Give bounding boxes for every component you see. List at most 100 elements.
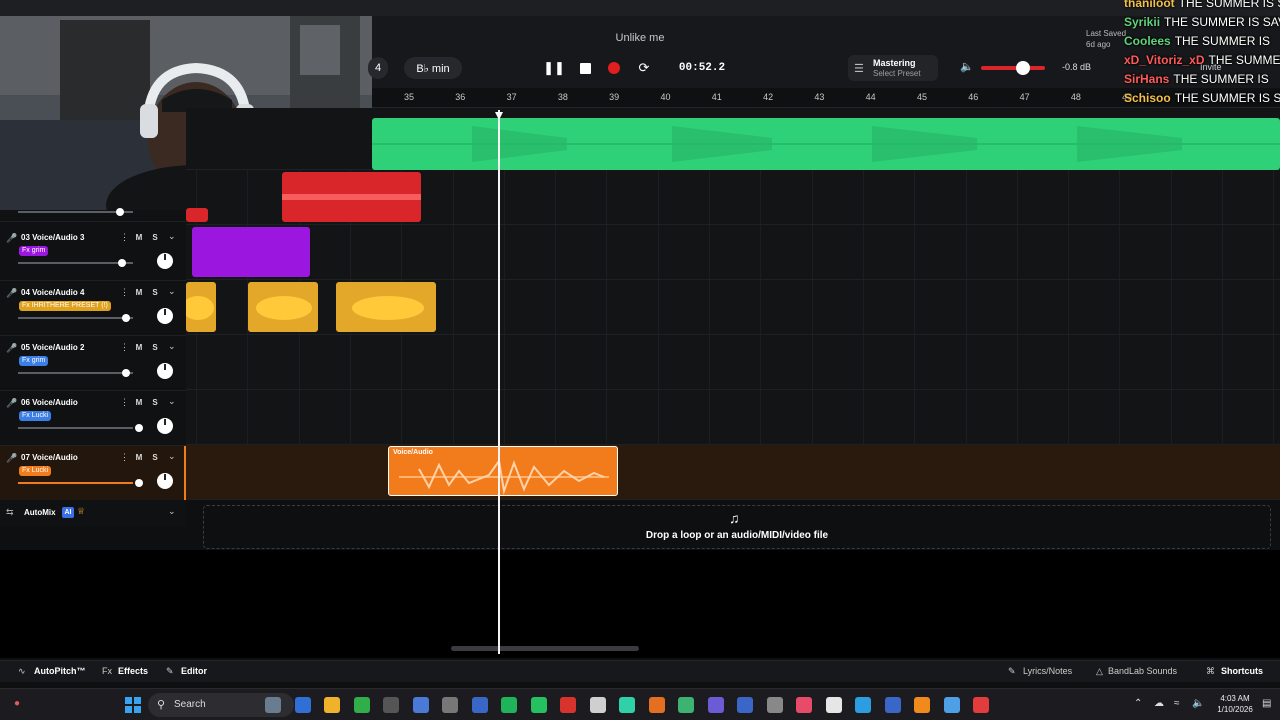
more-options-icon[interactable]: ⋮ [120, 342, 129, 353]
taskbar-app-icon[interactable] [383, 697, 399, 713]
taskbar-app-icon[interactable] [648, 697, 665, 713]
taskbar-app-icon[interactable] [589, 697, 606, 713]
lyrics-notes-button[interactable]: Lyrics/Notes [1023, 666, 1072, 676]
taskbar-app-icon[interactable] [737, 697, 753, 713]
taskbar-app-icon[interactable] [973, 697, 989, 713]
taskbar-app-icon[interactable] [796, 697, 812, 713]
audio-clip-yellow-2[interactable] [248, 282, 318, 332]
solo-button[interactable]: S [149, 232, 161, 244]
taskbar-app-icon[interactable] [294, 697, 311, 713]
taskbar-app-icon[interactable] [324, 697, 340, 713]
taskbar-app-icon[interactable] [560, 697, 576, 713]
pan-knob[interactable] [157, 253, 173, 269]
taskbar-app-icon[interactable] [884, 697, 901, 713]
taskbar-clock[interactable]: 4:03 AM 1/10/2026 [1212, 693, 1258, 715]
pause-button[interactable]: ❚❚ [543, 57, 565, 79]
chevron-down-icon[interactable]: ⌄ [168, 451, 176, 462]
fx-preset-chip[interactable]: Fx Lucki [19, 411, 52, 421]
volume-knob[interactable] [122, 314, 131, 322]
chevron-down-icon[interactable]: ⌄ [168, 396, 176, 407]
chevron-down-icon[interactable]: ⌄ [168, 506, 176, 517]
speaker-tray-icon[interactable]: 🔈 [1192, 698, 1204, 709]
solo-button[interactable]: S [149, 342, 161, 354]
chevron-down-icon[interactable]: ⌄ [168, 286, 176, 297]
mute-button[interactable]: M [133, 232, 145, 244]
track-header[interactable]: 🎤 05 Voice/Audio 2 Fx grim ⋮ M S ⌄ [0, 336, 186, 391]
audio-clip-red-small[interactable] [186, 208, 208, 222]
taskbar-app-icon[interactable] [265, 697, 281, 713]
taskbar-app-icon[interactable] [471, 697, 488, 713]
taskbar-app-icon[interactable] [766, 697, 783, 713]
mastering-button[interactable]: ☰ Mastering Select Preset [848, 55, 938, 81]
audio-clip-yellow-1[interactable] [186, 282, 216, 332]
effects-button[interactable]: Effects [118, 666, 148, 676]
volume-slider[interactable] [18, 317, 133, 319]
audio-clip-orange-selected[interactable]: Voice/Audio [388, 446, 618, 496]
solo-button[interactable]: S [149, 287, 161, 299]
tempo-chip[interactable]: 4 [368, 57, 388, 79]
audio-clip-purple[interactable] [192, 227, 310, 277]
more-options-icon[interactable]: ⋮ [120, 232, 129, 243]
track-header[interactable]: 🎤 06 Voice/Audio Fx Lucki ⋮ M S ⌄ [0, 391, 186, 446]
volume-knob[interactable] [116, 208, 124, 216]
fx-preset-chip[interactable]: Fx grim [19, 246, 49, 256]
taskbar-app-icon[interactable] [530, 697, 547, 713]
taskbar-app-icon[interactable] [825, 697, 842, 713]
chevron-up-icon[interactable]: ⌃ [1134, 698, 1142, 709]
autopitch-button[interactable]: AutoPitch™ [34, 666, 86, 676]
drop-zone[interactable]: ♫ Drop a loop or an audio/MIDI/video fil… [203, 505, 1271, 549]
pan-knob[interactable] [157, 473, 173, 489]
shortcuts-button[interactable]: Shortcuts [1221, 666, 1263, 676]
taskbar-app-icon[interactable] [353, 697, 370, 713]
more-options-icon[interactable]: ⋮ [120, 452, 129, 463]
taskbar-app-icon[interactable] [855, 697, 871, 713]
mute-button[interactable]: M [133, 452, 145, 464]
stop-button[interactable] [574, 57, 596, 79]
chevron-down-icon[interactable]: ⌄ [168, 231, 176, 242]
fx-preset-chip[interactable]: Fx Lucki [19, 466, 52, 476]
song-title[interactable]: Unlike me [590, 32, 690, 44]
key-chip[interactable]: B♭ min [404, 57, 462, 79]
taskbar-app-icon[interactable] [501, 697, 517, 713]
track-name[interactable]: 06 Voice/Audio [21, 398, 78, 407]
taskbar-app-icon[interactable] [619, 697, 635, 713]
editor-button[interactable]: Editor [181, 666, 207, 676]
pan-knob[interactable] [157, 363, 173, 379]
audio-clip-yellow-3[interactable] [336, 282, 436, 332]
automix-row[interactable]: ⇆ AutoMix AI ♕ ⌄ [0, 500, 186, 526]
solo-button[interactable]: S [149, 452, 161, 464]
cloud-icon[interactable]: ☁ [1154, 698, 1164, 709]
speaker-icon[interactable]: 🔈 [960, 60, 974, 73]
windows-start-icon[interactable] [125, 697, 141, 713]
volume-slider[interactable] [18, 482, 133, 484]
fx-preset-chip[interactable]: Fx grim [19, 356, 49, 366]
taskbar-app-icon[interactable] [442, 697, 458, 713]
volume-slider[interactable] [18, 427, 133, 429]
mute-button[interactable]: M [133, 287, 145, 299]
chevron-down-icon[interactable]: ⌄ [168, 341, 176, 352]
volume-knob[interactable] [122, 369, 131, 377]
mute-button[interactable]: M [133, 342, 145, 354]
track-name[interactable]: 07 Voice/Audio [21, 453, 78, 462]
playhead[interactable] [498, 110, 500, 654]
track-name[interactable]: 04 Voice/Audio 4 [21, 288, 84, 297]
notifications-bell-icon[interactable]: ▤ [1262, 698, 1271, 709]
taskbar-app-icon[interactable] [707, 697, 724, 713]
more-options-icon[interactable]: ⋮ [120, 287, 129, 298]
record-button[interactable] [603, 57, 625, 79]
volume-knob[interactable] [117, 259, 126, 267]
track-header[interactable]: 🎤 07 Voice/Audio Fx Lucki ⋮ M S ⌄ [0, 446, 186, 501]
volume-knob[interactable] [134, 424, 143, 432]
volume-slider[interactable] [18, 372, 133, 374]
audio-clip-red[interactable] [282, 172, 421, 222]
taskbar-app-icon[interactable] [412, 697, 429, 713]
track-name[interactable]: 03 Voice/Audio 3 [21, 233, 84, 242]
more-options-icon[interactable]: ⋮ [120, 397, 129, 408]
taskbar-app-icon[interactable] [943, 697, 960, 713]
taskbar-app-icon[interactable] [678, 697, 694, 713]
fx-preset-chip[interactable]: Fx IHRITHERE PRESET (!) [19, 301, 111, 311]
master-volume-slider[interactable] [981, 66, 1045, 70]
volume-knob[interactable] [134, 479, 143, 487]
loop-button[interactable]: ⟳ [633, 57, 655, 79]
horizontal-scrollbar[interactable] [451, 646, 639, 651]
